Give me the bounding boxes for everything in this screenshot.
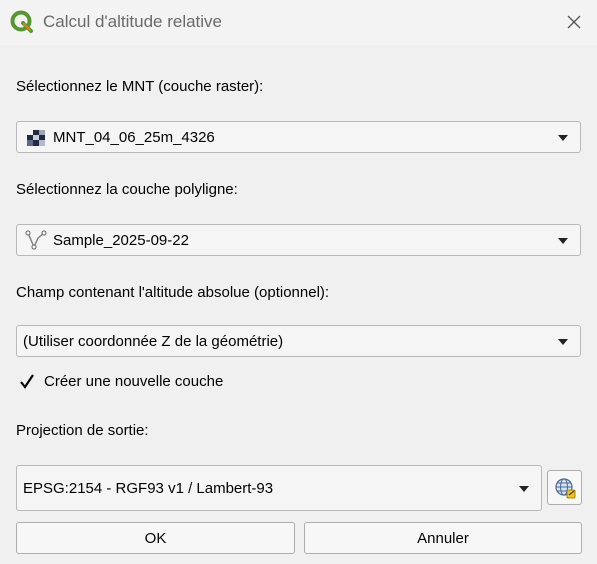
projection-label: Projection de sortie: [16,422,149,439]
ok-button[interactable]: OK [16,522,295,554]
window-title: Calcul d'altitude relative [43,12,223,31]
cancel-button[interactable]: Annuler [304,522,582,554]
dem-label: Sélectionnez le MNT (couche raster): [16,78,264,95]
chevron-down-icon [558,135,568,141]
new-layer-label[interactable]: Créer une nouvelle couche [44,373,223,390]
new-layer-checkbox[interactable] [18,373,36,391]
raster-layer-icon [27,130,45,146]
line-layer-icon [25,230,47,250]
close-button[interactable] [556,6,592,38]
altitude-field-label: Champ contenant l'altitude absolue (opti… [16,284,330,301]
crs-selector-icon [554,477,575,498]
projection-selected: EPSG:2154 - RGF93 v1 / Lambert-93 [23,480,274,497]
polyline-combo[interactable]: Sample_2025-09-22 [16,224,581,256]
title-bar: Calcul d'altitude relative [0,0,597,45]
altitude-field-combo[interactable]: (Utiliser coordonnée Z de la géométrie) [16,325,581,357]
altitude-field-selected: (Utiliser coordonnée Z de la géométrie) [23,333,284,350]
projection-combo[interactable]: EPSG:2154 - RGF93 v1 / Lambert-93 [16,465,542,511]
polyline-label: Sélectionnez la couche polyligne: [16,181,238,198]
crs-selector-button[interactable] [547,470,582,505]
dem-selected: MNT_04_06_25m_4326 [53,129,215,146]
chevron-down-icon [558,339,568,345]
dem-combo[interactable]: MNT_04_06_25m_4326 [16,121,581,153]
chevron-down-icon [519,486,529,492]
qgis-logo-icon [10,10,33,33]
polyline-selected: Sample_2025-09-22 [53,232,189,249]
close-icon [567,15,581,29]
chevron-down-icon [558,238,568,244]
